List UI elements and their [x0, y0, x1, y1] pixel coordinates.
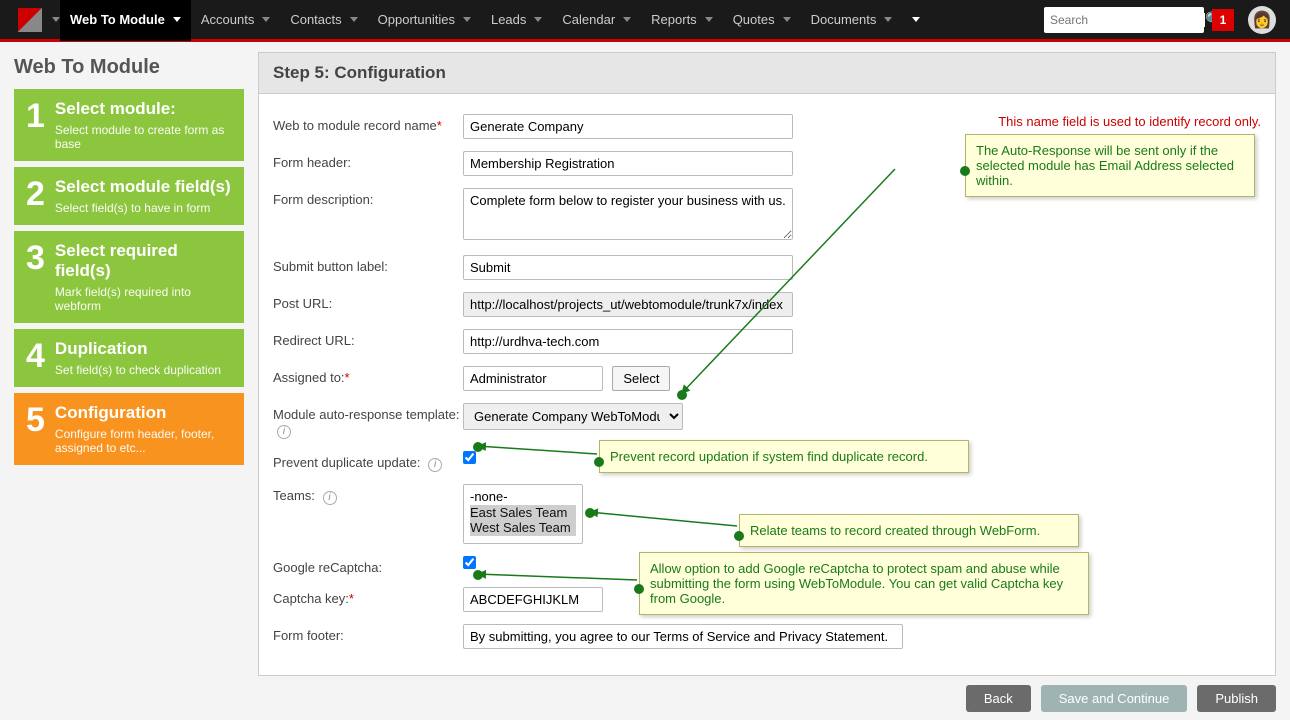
post-url-input: [463, 292, 793, 317]
wizard-step-1[interactable]: 1Select module:Select module to create f…: [14, 89, 244, 161]
notification-badge[interactable]: 1: [1212, 9, 1234, 31]
teams-select[interactable]: -none-East Sales TeamWest Sales Team: [463, 484, 583, 544]
label-captcha-key: Captcha key:*: [273, 587, 463, 606]
label-form-header: Form header:: [273, 151, 463, 170]
chevron-down-icon: [783, 17, 791, 22]
save-continue-button[interactable]: Save and Continue: [1041, 685, 1188, 712]
info-icon[interactable]: i: [428, 458, 442, 472]
label-teams: Teams: i: [273, 484, 463, 505]
wizard-step-4[interactable]: 4DuplicationSet field(s) to check duplic…: [14, 329, 244, 387]
nav-item-calendar[interactable]: Calendar: [552, 0, 641, 41]
chevron-down-icon: [623, 17, 631, 22]
chevron-down-icon: [705, 17, 713, 22]
label-auto-response: Module auto-response template: i: [273, 403, 463, 439]
label-assigned-to: Assigned to:*: [273, 366, 463, 385]
nav-item-documents[interactable]: Documents: [801, 0, 903, 41]
record-name-hint: This name field is used to identify reco…: [998, 114, 1261, 129]
label-post-url: Post URL:: [273, 292, 463, 311]
redirect-url-input[interactable]: [463, 329, 793, 354]
back-button[interactable]: Back: [966, 685, 1031, 712]
chevron-down-icon: [262, 17, 270, 22]
footer-buttons: Back Save and Continue Publish: [966, 685, 1276, 712]
form-description-input[interactable]: Complete form below to register your bus…: [463, 188, 793, 240]
label-prevent-dup: Prevent duplicate update: i: [273, 451, 463, 472]
nav-more-icon[interactable]: [912, 17, 920, 22]
label-record-name: Web to module record name*: [273, 114, 463, 133]
nav-item-accounts[interactable]: Accounts: [191, 0, 280, 41]
recaptcha-checkbox[interactable]: [463, 556, 476, 569]
assigned-to-input[interactable]: [463, 366, 603, 391]
search-box[interactable]: 🔍: [1044, 7, 1204, 33]
wizard-step-2[interactable]: 2Select module field(s)Select field(s) t…: [14, 167, 244, 225]
app-logo-icon[interactable]: [18, 8, 42, 32]
chevron-down-icon: [173, 17, 181, 22]
prevent-dup-checkbox[interactable]: [463, 451, 476, 464]
label-form-footer: Form footer:: [273, 624, 463, 643]
label-submit: Submit button label:: [273, 255, 463, 274]
logo-dropdown-icon[interactable]: [52, 17, 60, 22]
callout-teams: Relate teams to record created through W…: [739, 514, 1079, 547]
panel-body: Web to module record name* This name fie…: [258, 94, 1276, 676]
record-name-input[interactable]: [463, 114, 793, 139]
chevron-down-icon: [534, 17, 542, 22]
callout-auto-response: The Auto-Response will be sent only if t…: [965, 134, 1255, 197]
auto-response-select[interactable]: Generate Company WebToModule: [463, 403, 683, 430]
nav-item-web-to-module[interactable]: Web To Module: [60, 0, 191, 41]
info-icon[interactable]: i: [277, 425, 291, 439]
label-recaptcha: Google reCaptcha:: [273, 556, 463, 575]
wizard-steps: 1Select module:Select module to create f…: [14, 89, 244, 465]
panel-heading: Step 5: Configuration: [258, 52, 1276, 94]
wizard-step-5[interactable]: 5ConfigurationConfigure form header, foo…: [14, 393, 244, 465]
chevron-down-icon: [884, 17, 892, 22]
avatar[interactable]: 👩: [1248, 6, 1276, 34]
top-nav: Web To ModuleAccountsContactsOpportuniti…: [0, 0, 1290, 42]
label-form-description: Form description:: [273, 188, 463, 207]
chevron-down-icon: [350, 17, 358, 22]
nav-item-opportunities[interactable]: Opportunities: [368, 0, 481, 41]
page-title: Web To Module: [14, 56, 244, 79]
search-input[interactable]: [1050, 13, 1205, 27]
wizard-step-3[interactable]: 3Select required field(s)Mark field(s) r…: [14, 231, 244, 323]
nav-item-leads[interactable]: Leads: [481, 0, 552, 41]
form-header-input[interactable]: [463, 151, 793, 176]
assigned-to-select-button[interactable]: Select: [612, 366, 670, 391]
callout-prevent-dup: Prevent record updation if system find d…: [599, 440, 969, 473]
form-footer-input[interactable]: [463, 624, 903, 649]
chevron-down-icon: [463, 17, 471, 22]
captcha-key-input[interactable]: [463, 587, 603, 612]
callout-recaptcha: Allow option to add Google reCaptcha to …: [639, 552, 1089, 615]
publish-button[interactable]: Publish: [1197, 685, 1276, 712]
info-icon[interactable]: i: [323, 491, 337, 505]
nav-item-reports[interactable]: Reports: [641, 0, 723, 41]
label-redirect-url: Redirect URL:: [273, 329, 463, 348]
submit-label-input[interactable]: [463, 255, 793, 280]
nav-item-quotes[interactable]: Quotes: [723, 0, 801, 41]
nav-item-contacts[interactable]: Contacts: [280, 0, 367, 41]
